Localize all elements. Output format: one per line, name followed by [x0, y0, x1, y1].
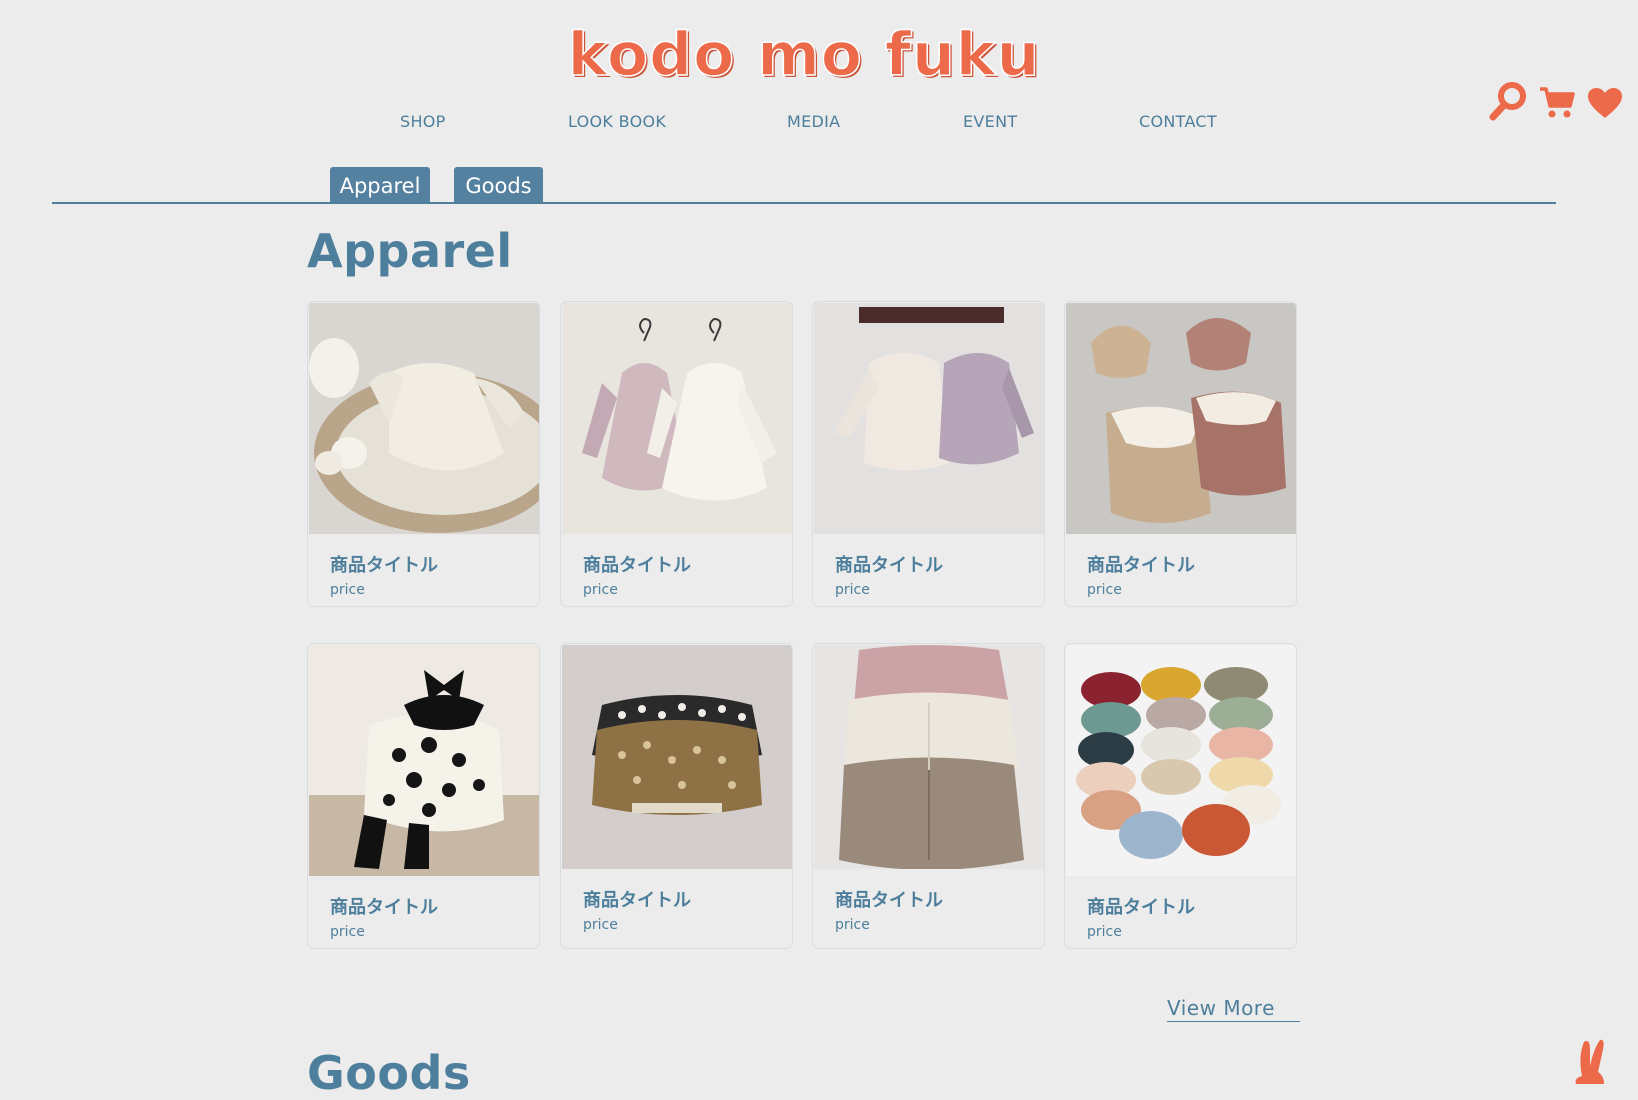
nav-item-event[interactable]: EVENT [963, 112, 1017, 131]
search-icon[interactable] [1488, 80, 1528, 126]
product-title[interactable]: 商品タイトル [835, 886, 943, 912]
product-title[interactable]: 商品タイトル [583, 886, 691, 912]
section-title-apparel: Apparel [307, 224, 513, 278]
product-price: price [330, 924, 365, 940]
product-image[interactable] [1066, 645, 1296, 876]
product-price: price [330, 582, 365, 598]
brand-logo[interactable]: kodo mo fuku [0, 12, 1608, 98]
product-card[interactable]: 商品タイトル price [812, 643, 1045, 949]
product-card[interactable]: 商品タイトル price [560, 301, 793, 607]
product-image[interactable] [814, 645, 1044, 869]
nav-item-media[interactable]: MEDIA [787, 112, 840, 131]
cart-icon[interactable] [1538, 84, 1576, 126]
product-image[interactable] [814, 303, 1044, 534]
tab-goods[interactable]: Goods [454, 167, 543, 203]
bunny-mascot-icon[interactable] [1568, 1036, 1618, 1088]
product-price: price [583, 582, 618, 598]
nav-item-contact[interactable]: CONTACT [1139, 112, 1217, 131]
tab-divider [52, 202, 1556, 204]
product-card[interactable]: 商品タイトル price [1064, 643, 1297, 949]
nav-item-shop[interactable]: SHOP [400, 112, 446, 131]
product-card[interactable]: 商品タイトル price [307, 301, 540, 607]
main-nav: SHOP LOOK BOOK MEDIA EVENT CONTACT [0, 112, 1638, 138]
product-card[interactable]: 商品タイトル price [560, 643, 793, 949]
header-icons [1484, 80, 1624, 126]
product-image[interactable] [1066, 303, 1296, 534]
product-price: price [1087, 924, 1122, 940]
product-card[interactable]: 商品タイトル price [307, 643, 540, 949]
product-image[interactable] [309, 645, 539, 876]
view-more-link[interactable]: View More [1167, 996, 1300, 1022]
section-title-goods: Goods [307, 1046, 471, 1100]
heart-icon[interactable] [1586, 86, 1624, 124]
product-title[interactable]: 商品タイトル [1087, 551, 1195, 577]
tab-apparel[interactable]: Apparel [330, 167, 430, 203]
product-title[interactable]: 商品タイトル [1087, 893, 1195, 919]
product-title[interactable]: 商品タイトル [330, 551, 438, 577]
product-image[interactable] [562, 303, 792, 534]
nav-item-look-book[interactable]: LOOK BOOK [568, 112, 666, 131]
product-title[interactable]: 商品タイトル [583, 551, 691, 577]
product-price: price [835, 582, 870, 598]
product-card[interactable]: 商品タイトル price [812, 301, 1045, 607]
product-price: price [583, 917, 618, 933]
product-card[interactable]: 商品タイトル price [1064, 301, 1297, 607]
product-title[interactable]: 商品タイトル [835, 551, 943, 577]
product-title[interactable]: 商品タイトル [330, 893, 438, 919]
product-price: price [1087, 582, 1122, 598]
product-image[interactable] [309, 303, 539, 534]
product-image[interactable] [562, 645, 792, 869]
product-price: price [835, 917, 870, 933]
